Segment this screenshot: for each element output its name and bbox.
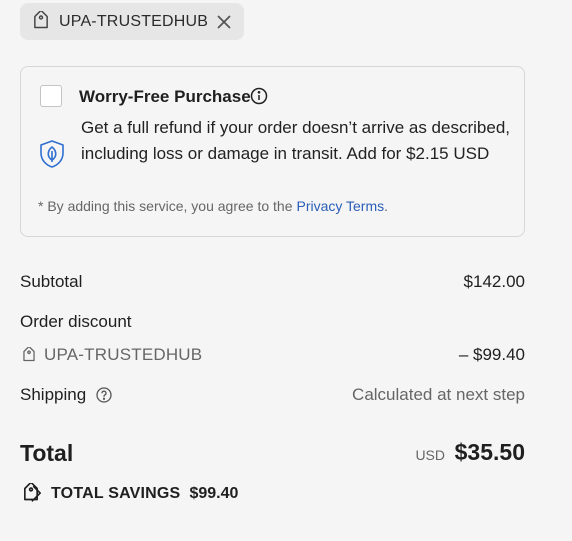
discount-code-row: UPA-TRUSTEDHUB – $99.40 — [20, 345, 525, 369]
worry-free-title: Worry-Free Purchase — [79, 87, 251, 106]
total-row: Total USD $35.50 — [20, 437, 525, 471]
discount-code-label: UPA-TRUSTEDHUB — [44, 345, 203, 364]
worry-free-description: Get a full refund if your order doesn’t … — [81, 118, 510, 163]
discount-value: – $99.40 — [458, 345, 525, 364]
help-icon[interactable] — [96, 387, 112, 403]
worry-free-checkbox[interactable] — [40, 85, 62, 107]
close-icon[interactable] — [215, 13, 233, 31]
shipping-label: Shipping — [20, 385, 87, 404]
total-label: Total — [20, 440, 74, 466]
worry-free-note: * By adding this service, you agree to t… — [38, 198, 388, 214]
worry-free-note-text: * By adding this service, you agree to t… — [38, 198, 293, 214]
subtotal-label: Subtotal — [20, 272, 83, 291]
worry-free-note-end: . — [384, 198, 389, 214]
total-savings-label: TOTAL SAVINGS — [51, 485, 181, 502]
discount-code-chip: UPA-TRUSTEDHUB — [20, 3, 244, 40]
discount-code-text: UPA-TRUSTEDHUB — [59, 12, 209, 30]
total-value: $35.50 — [454, 439, 525, 465]
privacy-terms-link[interactable]: Privacy Terms — [296, 198, 384, 214]
order-discount-label: Order discount — [20, 312, 132, 331]
subtotal-value: $142.00 — [463, 272, 525, 291]
subtotal-row: Subtotal $142.00 — [20, 272, 525, 296]
shipping-row: Shipping Calculated at next step — [20, 385, 525, 409]
total-savings: TOTAL SAVINGS $99.40 — [20, 482, 238, 506]
shipping-value: Calculated at next step — [352, 385, 525, 404]
total-savings-value: $99.40 — [189, 485, 239, 502]
shield-leaf-icon — [40, 140, 64, 168]
info-icon[interactable] — [250, 87, 268, 105]
order-discount-row: Order discount — [20, 312, 525, 336]
worry-free-purchase-card: Worry-Free Purchase Get a full refund if… — [20, 66, 525, 237]
tag-icon — [34, 10, 48, 28]
tag-icon — [23, 347, 35, 362]
tags-icon — [24, 483, 41, 502]
total-currency: USD — [415, 447, 445, 463]
